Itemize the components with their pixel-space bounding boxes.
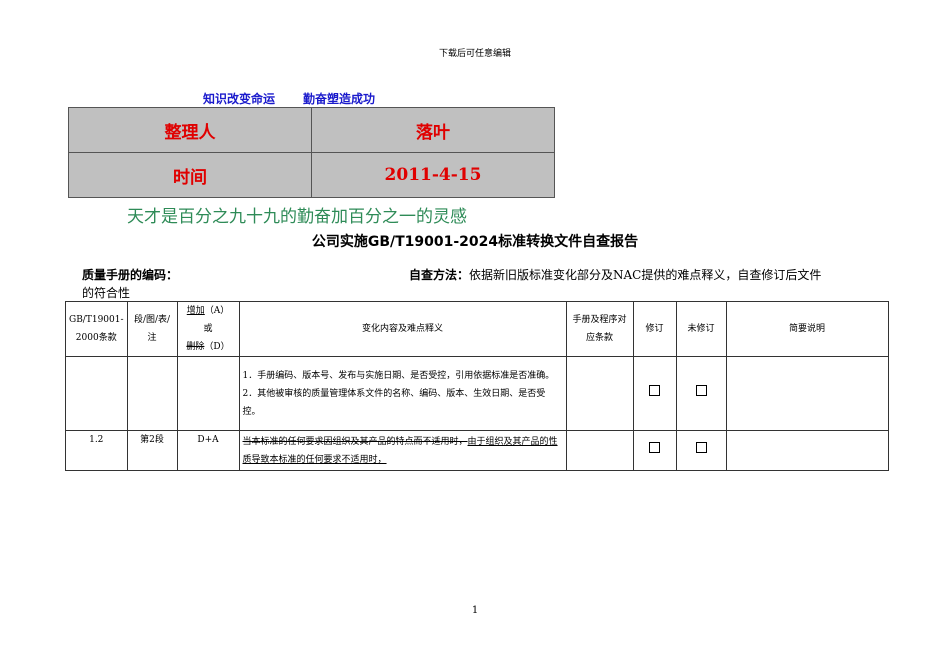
document-page: 下载后可任意编辑 知识改变命运 勤奋塑造成功 整理人 落叶 时间 2011-4-15 …: [0, 0, 950, 672]
table-row: 1.2 第2段 D+A 当本标准的任何要求因组织及其产品的特点而不适用时，由于组…: [65, 430, 889, 471]
motto: 知识改变命运 勤奋塑造成功: [203, 90, 375, 107]
deleted-text: 当本标准的任何要求因组织及其产品的特点而不适用时，: [242, 436, 468, 447]
cell-manual[interactable]: [565, 356, 634, 431]
cell-unrevised: [675, 356, 727, 431]
header-content: 变化内容及难点释义: [238, 301, 567, 357]
checklist-table: GB/T19001-2000条款 段/图/表/注 增加（A） 或删除（D） 变化内…: [65, 301, 889, 471]
header-row: GB/T19001-2000条款 段/图/表/注 增加（A） 或删除（D） 变化内…: [65, 301, 889, 357]
cell-clause: [65, 356, 128, 431]
revised-checkbox[interactable]: [649, 384, 661, 396]
cell-content: 1．手册编码、版本号、发布与实施日期、是否受控，引用依据标准是否准确。 2．其他被…: [238, 356, 567, 431]
delete-code: （D）: [204, 342, 230, 352]
page-header: 下载后可任意编辑: [438, 49, 511, 59]
info-label: 整理人: [68, 107, 312, 153]
unrevised-checkbox[interactable]: [695, 384, 707, 396]
unrevised-checkbox[interactable]: [695, 441, 707, 453]
header-add-delete: 增加（A） 或删除（D）: [176, 301, 240, 357]
revised-checkbox[interactable]: [649, 441, 661, 453]
cell-revised: [632, 430, 677, 471]
content-line: 2．其他被审核的质量管理体系文件的名称、编码、版本、生效日期、是否受控。: [242, 388, 546, 417]
cell-para: [126, 356, 178, 431]
cell-ad: [176, 356, 240, 431]
cell-note[interactable]: [725, 356, 889, 431]
quote: 天才是百分之九十九的勤奋加百分之一的灵感: [127, 207, 467, 227]
header-unrevised: 未修订: [675, 301, 727, 357]
info-value: 落叶: [311, 107, 555, 153]
method-text: 依据新旧版标准变化部分及NAC提供的难点释义，自查修订后文件: [469, 268, 822, 282]
header-clause: GB/T19001-2000条款: [65, 301, 128, 357]
report-title: 公司实施GB/T19001-2024标准转换文件自查报告: [311, 234, 639, 250]
info-label: 时间: [68, 152, 312, 198]
motto-2: 勤奋塑造成功: [303, 92, 376, 106]
header-para: 段/图/表/注: [126, 301, 178, 357]
delete-label: 删除: [186, 342, 205, 352]
cell-revised: [632, 356, 677, 431]
cell-ad: D+A: [176, 430, 240, 471]
cell-content: 当本标准的任何要求因组织及其产品的特点而不适用时，由于组织及其产品的性质导致本标…: [238, 430, 567, 471]
add-label: 增加: [186, 306, 205, 316]
cell-manual[interactable]: [565, 430, 634, 471]
info-value: 2011-4-15: [311, 152, 555, 198]
manual-code-label: 质量手册的编码：: [82, 268, 179, 282]
header-note: 简要说明: [725, 301, 889, 357]
method: 自查方法：依据新旧版标准变化部分及NAC提供的难点释义，自查修订后文件: [409, 266, 874, 283]
cell-para: 第2段: [126, 430, 178, 471]
motto-1: 知识改变命运: [203, 92, 276, 106]
cell-note[interactable]: [725, 430, 889, 471]
page-number: 1: [471, 605, 479, 616]
method-label: 自查方法：: [409, 268, 470, 282]
content-line: 1．手册编码、版本号、发布与实施日期、是否受控，引用依据标准是否准确。: [242, 370, 555, 381]
method-tail: 的符合性: [82, 286, 131, 300]
or-label: 或: [203, 324, 213, 334]
cell-unrevised: [675, 430, 727, 471]
header-revised: 修订: [632, 301, 677, 357]
cell-clause: 1.2: [65, 430, 128, 471]
add-code: （A）: [204, 306, 230, 316]
header-manual: 手册及程序对应条款: [565, 301, 634, 357]
table-row: 1．手册编码、版本号、发布与实施日期、是否受控，引用依据标准是否准确。 2．其他被…: [65, 356, 889, 431]
info-table: 整理人 落叶 时间 2011-4-15: [68, 107, 555, 198]
